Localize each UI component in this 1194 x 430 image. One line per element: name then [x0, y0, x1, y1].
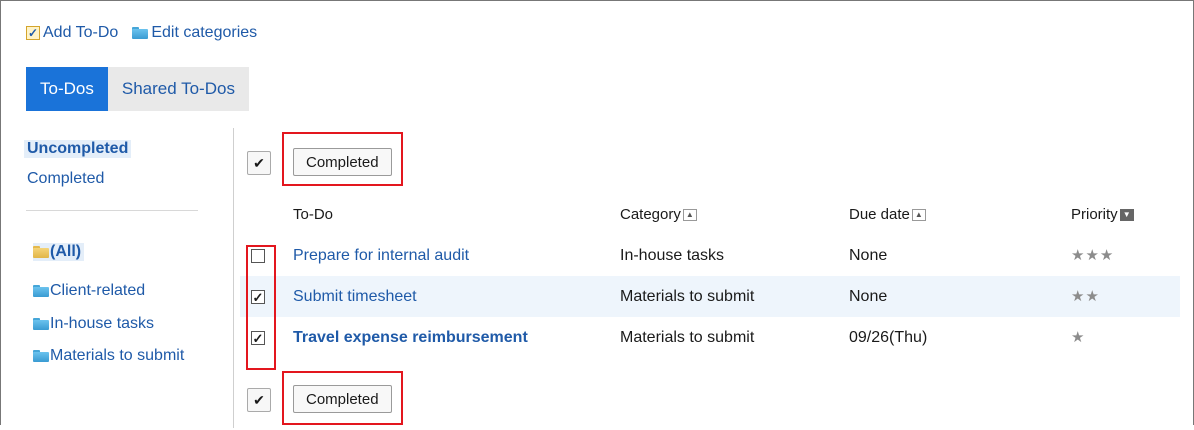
table-row: ✓ Submit timesheet Materials to submit N… — [240, 276, 1180, 317]
edit-categories-link[interactable]: Edit categories — [132, 24, 257, 42]
sort-desc-icon[interactable]: ▼ — [1119, 208, 1134, 221]
sidebar-divider — [26, 210, 198, 211]
column-header-todo[interactable]: To-Do — [293, 206, 333, 223]
column-header-priority[interactable]: Priority ▼ — [1071, 206, 1134, 223]
column-header-due-date[interactable]: Due date ▲ — [849, 206, 926, 223]
completed-button-top[interactable]: Completed — [293, 148, 392, 176]
completed-button-bottom[interactable]: Completed — [293, 385, 392, 413]
toolbar: ✓ Add To-Do Edit categories — [26, 24, 257, 42]
folder-icon — [33, 350, 49, 362]
sort-asc-icon[interactable]: ▲ — [682, 208, 697, 221]
table-header: To-Do Category ▲ Due date ▲ Priority ▼ — [240, 193, 1180, 235]
sidebar-status-completed[interactable]: Completed — [27, 170, 104, 188]
table-row: Prepare for internal audit In-house task… — [240, 235, 1180, 276]
row-checkbox[interactable]: ✓ — [251, 331, 265, 345]
sort-asc-icon[interactable]: ▲ — [911, 208, 926, 221]
add-todo-icon: ✓ — [26, 26, 40, 40]
sidebar-separator — [233, 128, 234, 428]
sidebar-category-label: (All) — [50, 243, 82, 260]
sidebar: Uncompleted Completed (All) Client-relat… — [0, 130, 233, 430]
add-todo-label: Add To-Do — [43, 24, 119, 41]
todo-category: Materials to submit — [620, 288, 755, 305]
folder-icon — [132, 27, 149, 39]
select-all-button-bottom[interactable]: ✔ — [247, 388, 271, 412]
tab-shared-todos[interactable]: Shared To-Dos — [107, 67, 249, 111]
sidebar-category-materials-to-submit[interactable]: Materials to submit — [33, 347, 184, 365]
folder-icon — [33, 318, 49, 330]
row-checkbox[interactable]: ✓ — [251, 290, 265, 304]
row-checkbox[interactable] — [251, 249, 265, 263]
tab-todos[interactable]: To-Dos — [26, 67, 108, 111]
todo-due-date: None — [849, 288, 888, 305]
todo-category: Materials to submit — [620, 329, 755, 346]
sidebar-category-all[interactable]: (All) — [33, 243, 85, 261]
select-all-button-top[interactable]: ✔ — [247, 151, 271, 175]
priority-stars-icon: ★ — [1071, 329, 1086, 346]
priority-stars-icon: ★★ — [1071, 288, 1100, 305]
todo-title-link[interactable]: Prepare for internal audit — [293, 247, 469, 265]
sidebar-category-label: Materials to submit — [50, 347, 185, 364]
todo-category: In-house tasks — [620, 247, 725, 264]
add-todo-link[interactable]: ✓ Add To-Do — [26, 24, 118, 42]
folder-open-icon — [33, 246, 49, 258]
todo-due-date: None — [849, 247, 888, 264]
folder-icon — [33, 285, 49, 297]
sidebar-status-uncompleted[interactable]: Uncompleted — [24, 140, 132, 158]
sidebar-category-label: Client-related — [50, 282, 146, 299]
sidebar-category-in-house-tasks[interactable]: In-house tasks — [33, 315, 154, 333]
priority-stars-icon: ★★★ — [1071, 247, 1115, 264]
todo-title-link[interactable]: Travel expense reimbursement — [293, 329, 528, 347]
todo-title-link[interactable]: Submit timesheet — [293, 288, 417, 306]
tab-bar: To-Dos Shared To-Dos — [26, 67, 249, 111]
edit-categories-label: Edit categories — [151, 24, 258, 41]
sidebar-category-client-related[interactable]: Client-related — [33, 282, 145, 300]
column-header-category[interactable]: Category ▲ — [620, 206, 697, 223]
table-row: ✓ Travel expense reimbursement Materials… — [240, 317, 1180, 358]
todo-due-date: 09/26(Thu) — [849, 329, 928, 346]
sidebar-category-label: In-house tasks — [50, 315, 155, 332]
todo-table: To-Do Category ▲ Due date ▲ Priority ▼ P… — [240, 193, 1180, 358]
